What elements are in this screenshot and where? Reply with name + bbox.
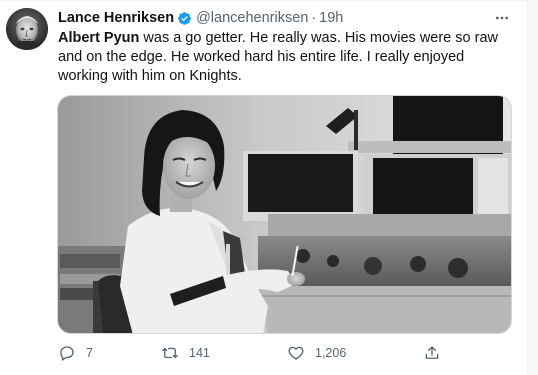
mentioned-name: Albert Pyun — [58, 30, 140, 46]
more-horizontal-icon — [496, 16, 508, 20]
heart-icon — [288, 346, 304, 360]
tweet-header: Lance Henriksen @lancehenriksen · 19h — [58, 9, 343, 27]
reply-button[interactable]: 7 — [58, 342, 93, 364]
author-handle[interactable]: @lancehenriksen — [196, 10, 308, 26]
scrollbar-track[interactable] — [527, 0, 538, 375]
retweet-icon — [162, 347, 178, 359]
tweet-text: Albert Pyun was a go getter. He really w… — [58, 29, 513, 86]
tweet-photo[interactable] — [57, 95, 512, 334]
separator: · — [311, 10, 317, 26]
tweet-actions: 7 141 1,206 — [58, 342, 448, 364]
share-button[interactable] — [423, 342, 441, 364]
avatar[interactable] — [6, 8, 48, 50]
author-name[interactable]: Lance Henriksen — [58, 10, 174, 26]
divider — [0, 0, 538, 1]
like-button[interactable]: 1,206 — [287, 342, 346, 364]
avatar-image — [6, 8, 48, 50]
photo-image — [58, 96, 511, 333]
like-count: 1,206 — [315, 346, 347, 360]
tweet[interactable]: Lance Henriksen @lancehenriksen · 19h Al… — [0, 0, 538, 375]
reply-count: 7 — [86, 346, 93, 360]
reply-icon — [60, 346, 74, 361]
verified-badge-icon — [177, 11, 192, 26]
retweet-button[interactable]: 141 — [161, 342, 210, 364]
retweet-count: 141 — [189, 346, 210, 360]
more-options-button[interactable] — [491, 9, 513, 27]
timestamp[interactable]: 19h — [319, 10, 343, 26]
share-icon — [425, 346, 439, 359]
